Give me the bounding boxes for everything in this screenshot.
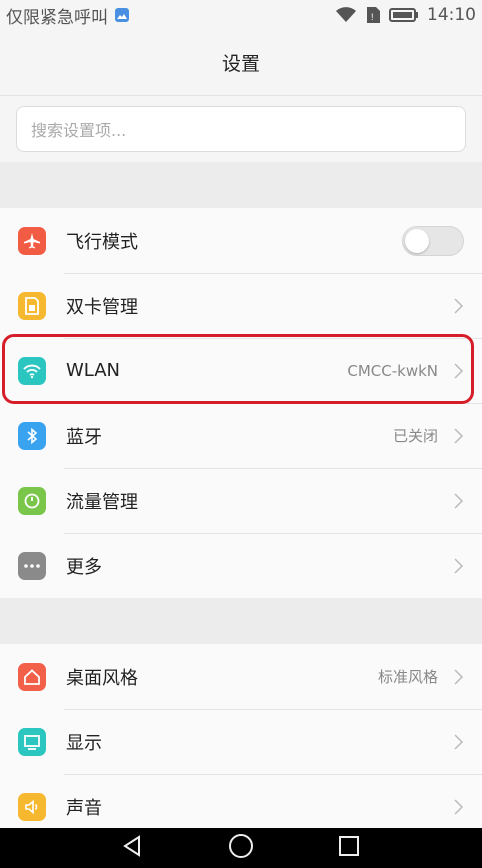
chevron-right-icon — [452, 427, 464, 445]
wifi-icon — [18, 356, 46, 385]
chevron-right-icon — [452, 668, 464, 686]
setting-label: 双卡管理 — [66, 296, 138, 318]
chevron-right-icon — [452, 362, 464, 380]
setting-value: CMCC-kwkN — [347, 361, 438, 380]
search-input[interactable]: 搜索设置项... — [16, 106, 466, 152]
setting-label: 更多 — [66, 556, 102, 578]
setting-value: 标准风格 — [377, 668, 438, 686]
setting-bluetooth[interactable]: 蓝牙 已关闭 — [0, 403, 482, 468]
more-icon — [18, 551, 46, 580]
data-usage-icon — [18, 486, 46, 515]
sim-icon: ! — [365, 6, 381, 24]
wifi-icon — [335, 7, 357, 23]
home-nav-icon[interactable] — [228, 833, 254, 863]
clock: 14:10 — [427, 5, 476, 25]
setting-label: 显示 — [66, 732, 102, 754]
home-icon — [18, 662, 46, 691]
setting-wlan[interactable]: WLAN CMCC-kwkN — [0, 338, 482, 403]
display-icon — [18, 727, 46, 756]
chevron-right-icon — [452, 492, 464, 510]
page-title: 设置 — [221, 53, 260, 75]
airplane-mode-toggle[interactable] — [402, 225, 464, 256]
carrier-status: 仅限紧急呼叫 — [6, 7, 108, 28]
section-divider — [0, 162, 482, 208]
setting-label: 飞行模式 — [66, 231, 138, 253]
recents-icon[interactable] — [337, 834, 361, 862]
setting-label: 流量管理 — [66, 491, 138, 513]
back-icon[interactable] — [121, 834, 145, 862]
setting-label: WLAN — [66, 360, 121, 381]
sound-icon — [18, 792, 46, 821]
image-notification-icon — [114, 7, 130, 23]
setting-home-style[interactable]: 桌面风格 标准风格 — [0, 644, 482, 709]
setting-label: 声音 — [66, 797, 102, 819]
navigation-bar — [0, 828, 482, 868]
setting-display[interactable]: 显示 — [0, 709, 482, 774]
setting-data-usage[interactable]: 流量管理 — [0, 468, 482, 533]
setting-dual-sim[interactable]: 双卡管理 — [0, 273, 482, 338]
section-divider — [0, 598, 482, 644]
status-bar: 仅限紧急呼叫 ! 14:10 — [0, 0, 482, 30]
setting-airplane-mode[interactable]: 飞行模式 — [0, 208, 482, 273]
sim-card-icon — [18, 291, 46, 320]
airplane-icon — [18, 226, 46, 255]
chevron-right-icon — [452, 733, 464, 751]
setting-more[interactable]: 更多 — [0, 533, 482, 598]
title-bar: 设置 — [0, 30, 482, 96]
chevron-right-icon — [452, 798, 464, 816]
settings-group-connectivity: 飞行模式 双卡管理 WLAN CMCC-kwkN 蓝牙 已关闭 流量管理 更多 — [0, 208, 482, 598]
toggle-knob — [405, 228, 429, 253]
search-placeholder: 搜索设置项... — [31, 121, 127, 140]
chevron-right-icon — [452, 557, 464, 575]
setting-value: 已关闭 — [392, 427, 438, 445]
setting-label: 桌面风格 — [66, 667, 138, 689]
setting-label: 蓝牙 — [66, 426, 102, 448]
svg-text:!: ! — [371, 12, 374, 22]
battery-icon — [389, 7, 419, 23]
search-container: 搜索设置项... — [0, 96, 482, 162]
settings-group-display: 桌面风格 标准风格 显示 声音 — [0, 644, 482, 839]
bluetooth-icon — [18, 421, 46, 450]
chevron-right-icon — [452, 297, 464, 315]
